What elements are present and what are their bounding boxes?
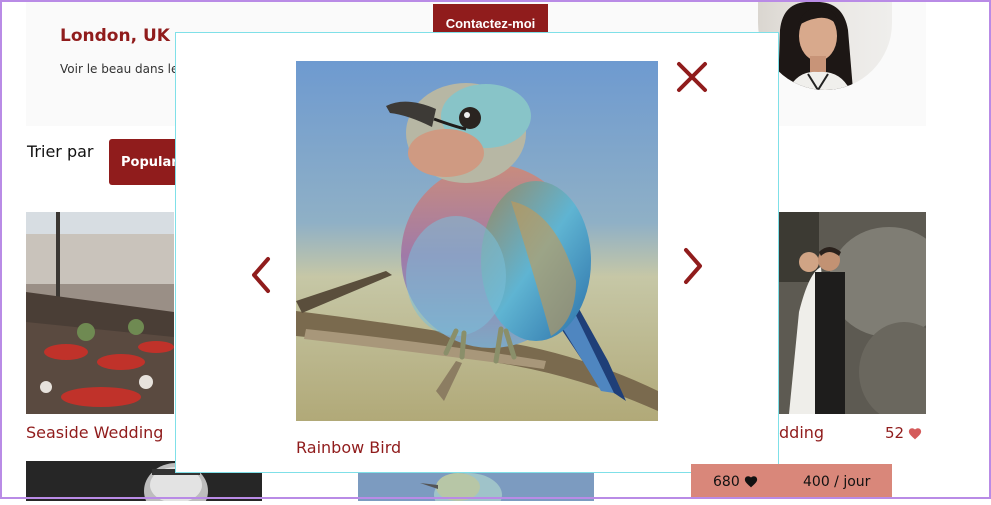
lightbox-modal: Rainbow Bird [175, 32, 779, 473]
heart-icon [908, 427, 922, 439]
gallery-image-seaside-wedding[interactable] [26, 212, 174, 414]
gallery-title-wedding[interactable]: dding [779, 423, 824, 442]
close-button[interactable] [674, 59, 710, 95]
total-likes-count: 680 [713, 473, 740, 490]
photographer-stats-bar: 680 400 / jour [691, 464, 892, 499]
chevron-left-icon [252, 257, 270, 293]
lightbox-image [296, 61, 658, 421]
photographer-tagline: Voir le beau dans le [60, 62, 179, 76]
likes-count: 52 [885, 424, 905, 442]
lightbox-caption: Rainbow Bird [296, 438, 402, 457]
close-icon [677, 62, 707, 92]
gallery-title-seaside-wedding[interactable]: Seaside Wedding [26, 423, 163, 442]
previous-image-button[interactable] [248, 255, 274, 295]
photographer-location: London, UK [60, 26, 170, 46]
daily-price: 400 / jour [803, 473, 871, 490]
total-likes: 680 [713, 474, 758, 490]
chevron-right-icon [684, 248, 702, 284]
seaside-wedding-photo [26, 212, 174, 414]
gallery-likes[interactable]: 52 [885, 424, 922, 442]
gallery-image-wedding-couple[interactable] [779, 212, 926, 414]
wedding-couple-photo [779, 212, 926, 414]
next-image-button[interactable] [680, 246, 706, 286]
sort-label: Trier par [27, 142, 94, 161]
rainbow-bird-photo [296, 61, 658, 421]
heart-icon [744, 476, 757, 488]
